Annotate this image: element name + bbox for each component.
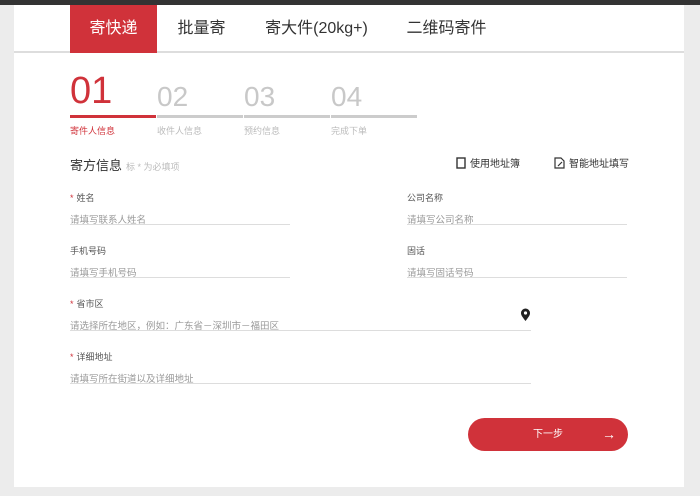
step-number: 03 [244,81,276,112]
step-number: 01 [70,70,113,112]
step-label: 寄件人信息 [70,126,116,136]
location-pin-icon[interactable] [520,308,531,322]
step-label: 完成下单 [331,126,368,136]
mobile-field[interactable]: 手机号码 请填写手机号码 [70,244,290,279]
address-book-button[interactable]: 使用地址簿 [456,155,520,170]
company-field[interactable]: 公司名称 请填写公司名称 [407,191,627,226]
tab-qr-send[interactable]: 二维码寄件 [399,5,494,53]
tab-send-express[interactable]: 寄快递 [70,5,157,53]
step-1: 01 寄件人信息 [70,67,156,137]
tab-bar: 寄快递 批量寄 寄大件(20kg+) 二维码寄件 [14,5,684,53]
smart-fill-button[interactable]: 智能地址填写 [554,155,629,170]
section-title: 寄方信息标 * 为必填项 [70,158,180,173]
required-hint: 标 * 为必填项 [126,162,180,172]
next-step-button[interactable]: 下一步 → [468,418,628,451]
arrow-right-icon: → [602,426,616,442]
edit-icon [554,156,565,169]
step-number: 04 [331,81,363,112]
name-field[interactable]: * 姓名 请填写联系人姓名 [70,191,290,226]
region-field[interactable]: * 省市区 请选择所在地区，例如：广东省－深圳市－福田区 [70,297,531,332]
tab-large-item[interactable]: 寄大件(20kg+) [254,5,379,53]
step-number: 02 [157,81,189,112]
address-field[interactable]: * 详细地址 请填写所在街道以及详细地址 [70,350,531,385]
landline-field[interactable]: 固话 请填写固话号码 [407,244,627,279]
step-4: 04 完成下单 [331,67,417,137]
tab-batch-send[interactable]: 批量寄 [164,5,239,53]
book-icon [456,156,466,169]
step-3: 03 预约信息 [244,67,330,137]
step-label: 收件人信息 [157,126,203,136]
step-label: 预约信息 [244,126,281,136]
step-2: 02 收件人信息 [157,67,243,137]
form-panel: 寄快递 批量寄 寄大件(20kg+) 二维码寄件 01 寄件人信息 02 收件人信息… [14,5,684,487]
